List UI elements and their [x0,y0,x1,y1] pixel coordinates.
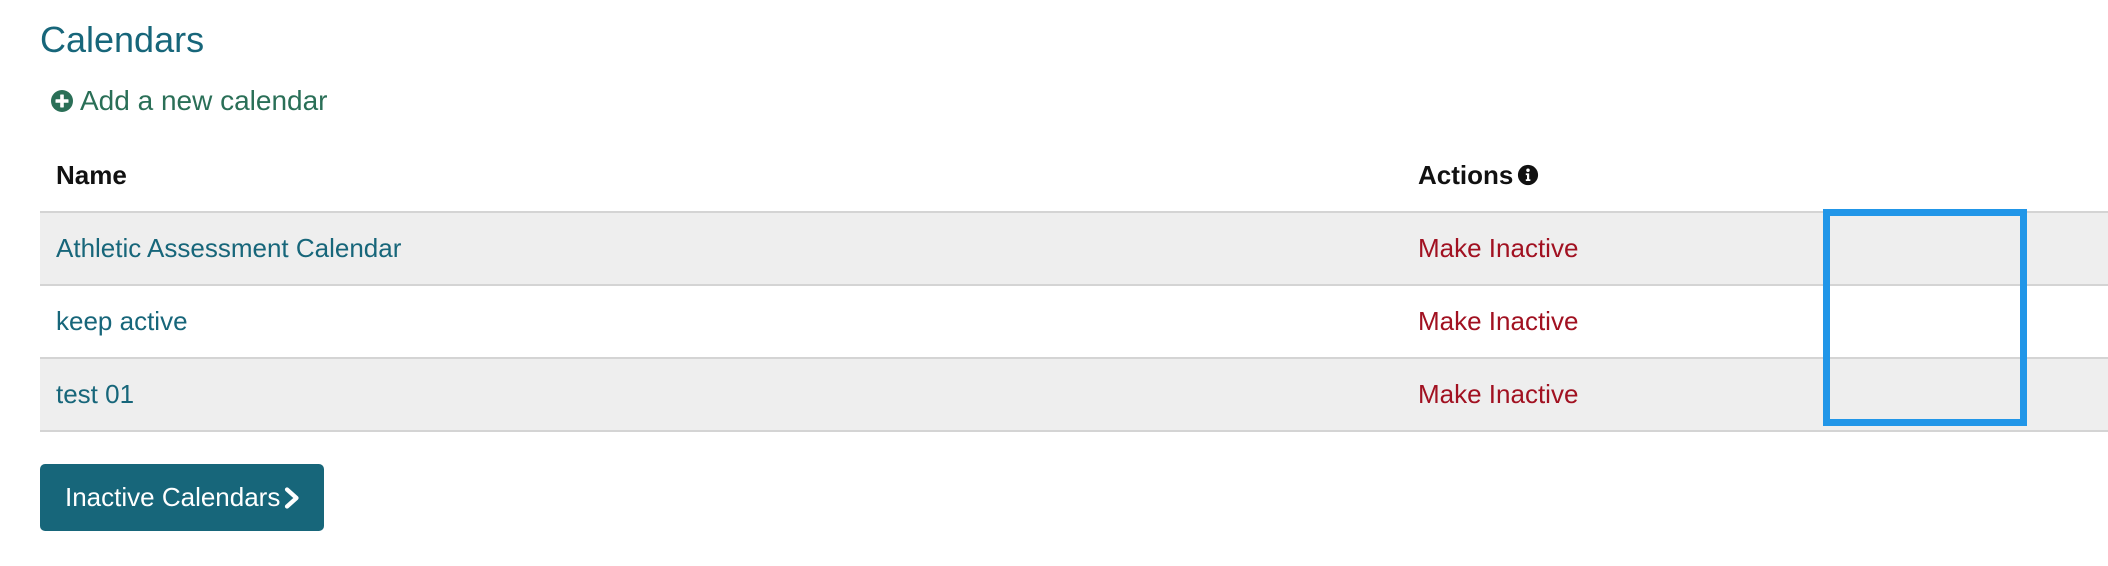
page-title: Calendars [40,19,205,60]
calendar-name-link[interactable]: keep active [56,306,188,336]
calendar-name-cell: Athletic Assessment Calendar [40,212,1418,286]
actions-header-label: Actions [1418,159,1514,190]
calendar-name-link[interactable]: Athletic Assessment Calendar [56,233,401,263]
calendar-name-link[interactable]: test 01 [56,379,134,409]
plus-circle-icon [51,90,73,112]
table-header-row: Name Actions [40,139,2108,213]
add-calendar-link[interactable]: Add a new calendar [50,83,328,119]
make-inactive-link[interactable]: Make Inactive [1418,306,1578,336]
inactive-calendars-label: Inactive Calendars [65,482,281,512]
calendar-action-cell: Make Inactive [1418,358,2108,432]
calendar-name-cell: keep active [40,285,1418,359]
chevron-right-icon [285,486,299,509]
add-calendar-label: Add a new calendar [80,85,328,116]
calendar-action-cell: Make Inactive [1418,212,2108,286]
make-inactive-link[interactable]: Make Inactive [1418,233,1578,263]
column-header-actions: Actions [1418,139,2108,213]
inactive-calendars-button[interactable]: Inactive Calendars [40,464,325,531]
table-row: keep active Make Inactive [40,285,2108,359]
calendar-name-cell: test 01 [40,358,1418,432]
calendars-table: Name Actions Athletic Assessment Calenda… [40,139,2108,432]
info-icon[interactable] [1517,164,1539,186]
make-inactive-link[interactable]: Make Inactive [1418,379,1578,409]
column-header-name: Name [40,139,1418,213]
table-row: test 01 Make Inactive [40,358,2108,432]
table-row: Athletic Assessment Calendar Make Inacti… [40,212,2108,286]
calendar-action-cell: Make Inactive [1418,285,2108,359]
